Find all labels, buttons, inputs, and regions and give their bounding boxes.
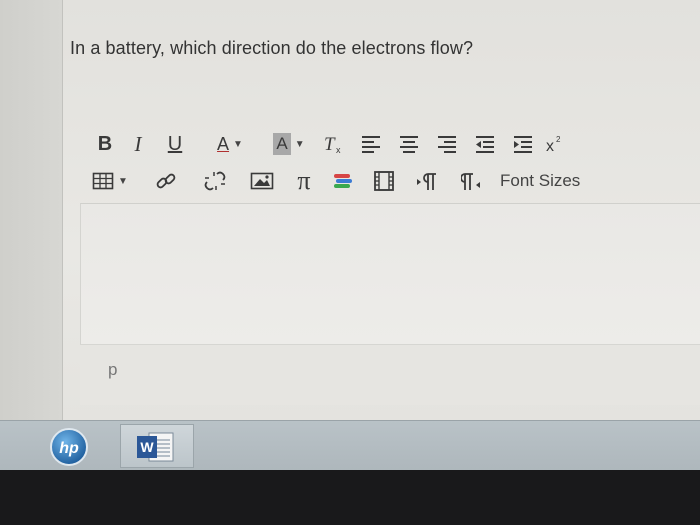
- italic-icon: I: [134, 131, 142, 156]
- font-sizes-dropdown[interactable]: Font Sizes: [500, 168, 580, 194]
- align-center-icon: [400, 136, 418, 153]
- taskbar: [0, 420, 700, 471]
- rtl-paragraph-button[interactable]: [448, 168, 498, 194]
- books-icon: [334, 174, 352, 188]
- align-left-icon: [362, 136, 380, 153]
- clear-formatting-icon: T x: [324, 134, 341, 155]
- chevron-down-icon: ▼: [118, 175, 128, 187]
- editor-textarea[interactable]: [80, 203, 700, 344]
- outdent-icon: [476, 136, 494, 153]
- background-color-icon: A: [273, 133, 291, 155]
- word-taskbar-button[interactable]: W: [120, 424, 194, 468]
- underline-icon: U: [167, 132, 183, 155]
- superscript-icon: x 2: [546, 135, 561, 154]
- toolbar-row-2: ▼ π Font Sizes: [92, 166, 580, 195]
- underline-button[interactable]: U: [158, 131, 192, 157]
- media-film-icon: [374, 171, 394, 191]
- word-icon: W: [137, 432, 174, 462]
- superscript-button[interactable]: x 2: [542, 131, 568, 157]
- indent-button[interactable]: [504, 131, 542, 157]
- table-button[interactable]: ▼: [92, 168, 142, 194]
- screen: In a battery, which direction do the ele…: [0, 0, 700, 420]
- image-icon: [250, 172, 274, 190]
- svg-text:2: 2: [556, 135, 561, 144]
- math-equation-button[interactable]: π: [284, 166, 324, 195]
- monitor-bezel: [0, 470, 700, 525]
- outdent-button[interactable]: [466, 131, 504, 157]
- svg-text:hp: hp: [59, 440, 79, 457]
- paragraph-ltr-icon: [417, 173, 436, 190]
- svg-text:x: x: [546, 138, 554, 154]
- unlink-button[interactable]: [190, 168, 240, 194]
- unlink-icon: [204, 171, 226, 191]
- element-path-label[interactable]: p: [108, 360, 117, 380]
- align-center-button[interactable]: [390, 131, 428, 157]
- chevron-down-icon: ▼: [294, 138, 305, 150]
- image-button[interactable]: [240, 168, 284, 194]
- font-color-button[interactable]: A ▼: [198, 131, 262, 157]
- books-button[interactable]: [324, 168, 362, 194]
- hp-logo-icon: hp: [50, 428, 88, 466]
- table-icon: [92, 172, 114, 190]
- pi-math-icon: π: [297, 166, 311, 195]
- left-gutter: [0, 0, 63, 420]
- paragraph-rtl-icon: [461, 173, 480, 190]
- toolbar-row-1: B I U A ▼ A ▼ T x x 2: [92, 131, 568, 157]
- svg-text:T: T: [324, 134, 336, 155]
- editor-status-bar: [80, 344, 700, 405]
- font-color-icon: A: [217, 133, 230, 154]
- indent-icon: [514, 136, 532, 153]
- media-button[interactable]: [362, 168, 406, 194]
- svg-text:W: W: [140, 439, 154, 455]
- background-color-button[interactable]: A ▼: [262, 131, 316, 157]
- link-button[interactable]: [142, 168, 190, 194]
- svg-text:x: x: [336, 145, 341, 155]
- align-left-button[interactable]: [352, 131, 390, 157]
- link-icon: [156, 173, 176, 189]
- bold-icon: B: [97, 132, 113, 155]
- start-button[interactable]: hp: [48, 426, 90, 468]
- ltr-paragraph-button[interactable]: [406, 168, 448, 194]
- align-right-icon: [438, 136, 456, 153]
- bold-button[interactable]: B: [92, 131, 118, 157]
- clear-formatting-button[interactable]: T x: [316, 131, 352, 157]
- italic-button[interactable]: I: [118, 131, 158, 157]
- align-right-button[interactable]: [428, 131, 466, 157]
- question-text: In a battery, which direction do the ele…: [70, 38, 474, 58]
- chevron-down-icon: ▼: [233, 138, 243, 150]
